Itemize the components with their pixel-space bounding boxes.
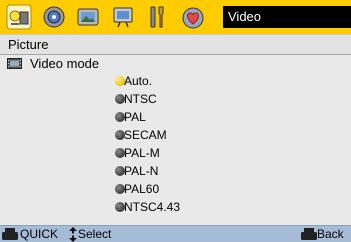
option-ntsc443[interactable]: NTSC4.43 xyxy=(115,198,235,216)
quick-label: QUICK xyxy=(20,227,59,241)
option-pal-m[interactable]: PAL-M xyxy=(115,144,235,162)
option-secam[interactable]: SECAM xyxy=(115,126,235,144)
picture-adjust-icon xyxy=(6,4,32,30)
menu-title: Video xyxy=(223,6,351,28)
tab-audio[interactable] xyxy=(40,3,68,31)
option-label: PAL xyxy=(124,110,146,124)
section-label: Picture xyxy=(8,37,49,52)
option-label: PAL-M xyxy=(124,146,160,160)
options-heart-icon xyxy=(182,7,204,29)
option-label: SECAM xyxy=(124,128,167,142)
option-pal60[interactable]: PAL60 xyxy=(115,180,235,198)
image-display-icon xyxy=(77,8,99,26)
menu-tab-bar: Video xyxy=(0,0,351,34)
help-bar: QUICK Select Back xyxy=(0,225,351,242)
option-pal-n[interactable]: PAL-N xyxy=(115,162,235,180)
option-pal[interactable]: PAL xyxy=(115,108,235,126)
option-ntsc[interactable]: NTSC xyxy=(115,90,235,108)
audio-disc-icon xyxy=(43,6,65,28)
option-label: Auto. xyxy=(124,74,153,88)
up-down-select-icon xyxy=(69,227,77,242)
tab-picture[interactable] xyxy=(5,3,33,31)
option-label: PAL60 xyxy=(124,182,160,196)
back-help[interactable]: Back xyxy=(300,226,351,242)
option-auto[interactable]: Auto. xyxy=(115,72,235,90)
tab-tools[interactable] xyxy=(143,3,171,31)
select-label: Select xyxy=(78,227,112,241)
menu-content: Video mode Auto. NTSC PAL SECAM PAL-M PA… xyxy=(0,55,351,225)
setup-screen-icon xyxy=(113,7,133,28)
back-label: Back xyxy=(317,227,344,241)
quick-help[interactable]: QUICK xyxy=(0,226,70,242)
option-label: NTSC4.43 xyxy=(124,200,181,214)
tab-options[interactable] xyxy=(179,3,207,31)
back-key-icon xyxy=(301,228,317,240)
tab-setup[interactable] xyxy=(109,3,137,31)
video-mode-icon xyxy=(7,58,22,69)
tools-icon xyxy=(150,6,164,28)
projector-osd-menu: Video Picture Video mode Auto. NTSC PAL xyxy=(0,0,351,242)
video-mode-label: Video mode xyxy=(30,56,100,71)
section-header: Picture xyxy=(0,34,351,55)
select-help[interactable]: Select xyxy=(68,226,148,242)
tab-image[interactable] xyxy=(74,3,102,31)
quick-key-icon xyxy=(2,228,18,240)
option-label: PAL-N xyxy=(124,164,159,178)
option-label: NTSC xyxy=(124,92,157,106)
